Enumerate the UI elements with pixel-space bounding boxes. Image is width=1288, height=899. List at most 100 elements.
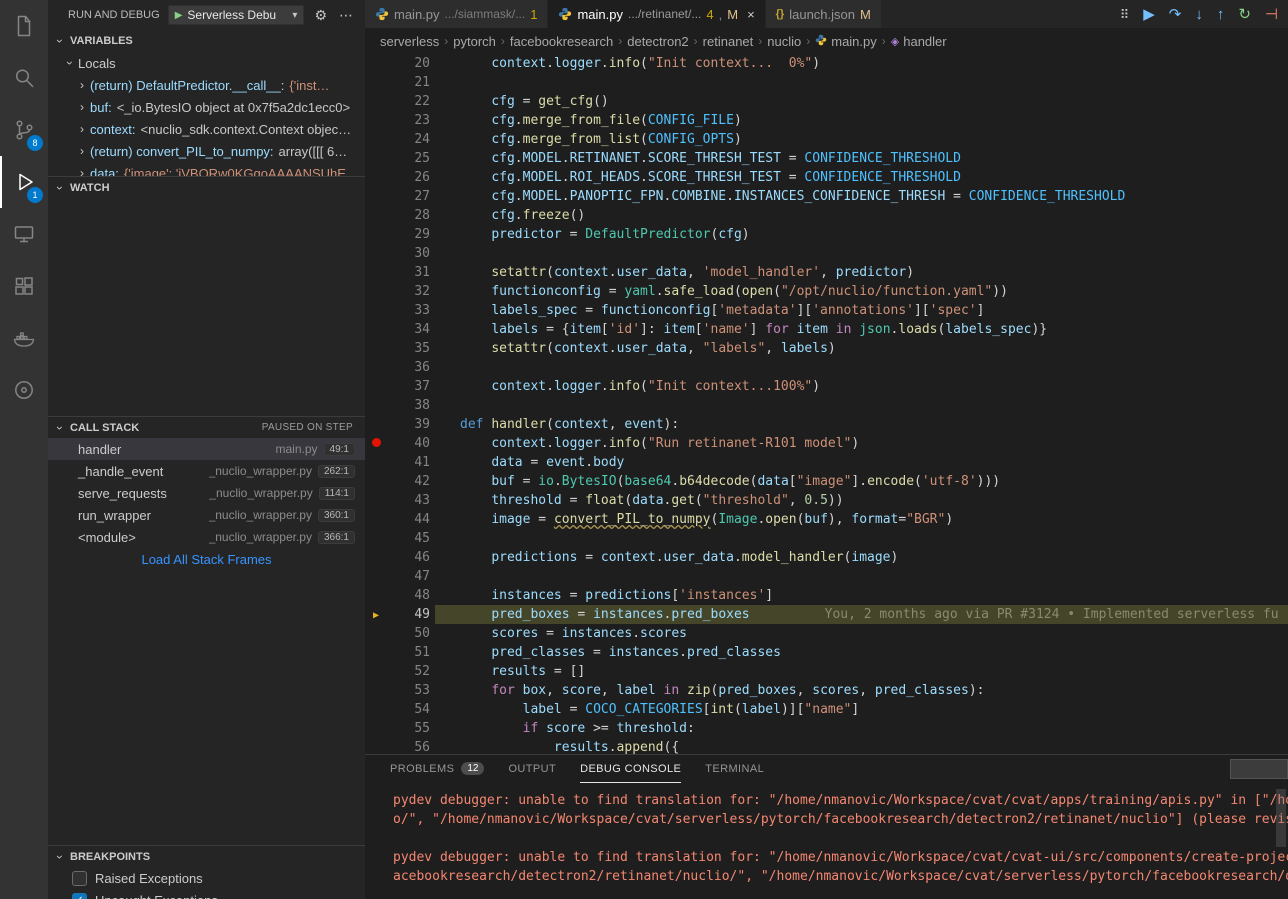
- code-text[interactable]: setattr(context.user_data, "labels", lab…: [435, 339, 1288, 358]
- breadcrumb-item[interactable]: serverless: [380, 34, 439, 49]
- gutter[interactable]: 38: [365, 396, 435, 415]
- breadcrumb-item[interactable]: main.py: [815, 34, 877, 49]
- code-text[interactable]: [435, 529, 1288, 548]
- code-text[interactable]: results = []: [435, 662, 1288, 681]
- code-text[interactable]: context.logger.info("Init context...100%…: [435, 377, 1288, 396]
- activity-circle-plugin[interactable]: [0, 364, 48, 416]
- activity-explorer[interactable]: [0, 0, 48, 52]
- gutter[interactable]: 24: [365, 130, 435, 149]
- load-all-stack-frames-link[interactable]: Load All Stack Frames: [48, 548, 365, 570]
- gutter[interactable]: 28: [365, 206, 435, 225]
- gutter[interactable]: 25: [365, 149, 435, 168]
- scope-locals[interactable]: › Locals: [48, 52, 365, 74]
- code-area[interactable]: 20 context.logger.info("Init context... …: [365, 54, 1288, 754]
- gutter[interactable]: 35: [365, 339, 435, 358]
- code-text[interactable]: pred_classes = instances.pred_classes: [435, 643, 1288, 662]
- step-over-icon[interactable]: ↷: [1169, 7, 1182, 22]
- call-stack-section-header[interactable]: › CALL STACK PAUSED ON STEP: [48, 416, 365, 438]
- gutter[interactable]: 54: [365, 700, 435, 719]
- code-text[interactable]: [435, 567, 1288, 586]
- panel-tab-terminal[interactable]: TERMINAL: [705, 755, 764, 783]
- code-text[interactable]: cfg.MODEL.RETINANET.SCORE_THRESH_TEST = …: [435, 149, 1288, 168]
- panel-tab-output[interactable]: OUTPUT: [508, 755, 556, 783]
- gutter[interactable]: 32: [365, 282, 435, 301]
- watch-section-header[interactable]: › WATCH: [48, 176, 365, 198]
- code-text[interactable]: results.append({: [435, 738, 1288, 754]
- launch-config-select[interactable]: ▶ Serverless Debu ▾: [168, 5, 305, 25]
- variable-item[interactable]: ›context:<nuclio_sdk.context.Context obj…: [48, 118, 365, 140]
- gutter[interactable]: 26: [365, 168, 435, 187]
- code-text[interactable]: data = event.body: [435, 453, 1288, 472]
- start-debug-icon[interactable]: ▶: [175, 10, 183, 21]
- breadcrumb-item[interactable]: retinanet: [703, 34, 754, 49]
- gutter[interactable]: 27: [365, 187, 435, 206]
- drag-grip-icon[interactable]: ⠿: [1120, 8, 1130, 21]
- code-text[interactable]: cfg = get_cfg(): [435, 92, 1288, 111]
- code-text[interactable]: labels = {item['id']: item['name'] for i…: [435, 320, 1288, 339]
- gutter[interactable]: 41: [365, 453, 435, 472]
- gutter[interactable]: 36: [365, 358, 435, 377]
- breadcrumb-item[interactable]: facebookresearch: [510, 34, 613, 49]
- gutter[interactable]: 43: [365, 491, 435, 510]
- gutter[interactable]: ▶49: [365, 605, 435, 624]
- gutter[interactable]: 55: [365, 719, 435, 738]
- gutter[interactable]: 34: [365, 320, 435, 339]
- breadcrumb-item[interactable]: detectron2: [627, 34, 688, 49]
- stack-frame-row[interactable]: serve_requests_nuclio_wrapper.py114:1: [48, 482, 365, 504]
- code-text[interactable]: buf = io.BytesIO(base64.b64decode(data["…: [435, 472, 1288, 491]
- breakpoint-row[interactable]: Raised Exceptions: [48, 867, 365, 889]
- code-text[interactable]: instances = predictions['instances']: [435, 586, 1288, 605]
- code-text[interactable]: cfg.MODEL.ROI_HEADS.SCORE_THRESH_TEST = …: [435, 168, 1288, 187]
- gear-icon[interactable]: ⚙: [312, 7, 329, 24]
- breadcrumb-item[interactable]: pytorch: [453, 34, 496, 49]
- gutter[interactable]: 23: [365, 111, 435, 130]
- code-text[interactable]: cfg.freeze(): [435, 206, 1288, 225]
- editor-tab[interactable]: main.py.../retinanet/...4,M×: [548, 0, 765, 28]
- gutter[interactable]: 20: [365, 54, 435, 73]
- gutter[interactable]: 50: [365, 624, 435, 643]
- disconnect-icon[interactable]: ⊣: [1265, 7, 1278, 22]
- activity-source-control[interactable]: 8: [0, 104, 48, 156]
- variable-item[interactable]: ›(return) convert_PIL_to_numpy:array([[[…: [48, 140, 365, 162]
- code-text[interactable]: functionconfig = yaml.safe_load(open("/o…: [435, 282, 1288, 301]
- code-text[interactable]: [435, 358, 1288, 377]
- code-text[interactable]: label = COCO_CATEGORIES[int(label)]["nam…: [435, 700, 1288, 719]
- variable-item[interactable]: ›data:{'image': 'iVBORw0KGgoAAAANSUhE…: [48, 162, 365, 176]
- breadcrumb-item[interactable]: nuclio: [767, 34, 801, 49]
- checkbox[interactable]: [72, 871, 87, 886]
- activity-remote-explorer[interactable]: [0, 208, 48, 260]
- console-filter-input[interactable]: [1230, 759, 1288, 779]
- gutter[interactable]: 21: [365, 73, 435, 92]
- activity-docker[interactable]: [0, 312, 48, 364]
- panel-scrollbar[interactable]: [1276, 789, 1286, 847]
- panel-tab-problems[interactable]: PROBLEMS12: [390, 755, 484, 783]
- breakpoints-section-header[interactable]: › BREAKPOINTS: [48, 845, 365, 867]
- code-text[interactable]: predictions = context.user_data.model_ha…: [435, 548, 1288, 567]
- gutter[interactable]: 29: [365, 225, 435, 244]
- close-icon[interactable]: ×: [747, 7, 755, 22]
- code-text[interactable]: threshold = float(data.get("threshold", …: [435, 491, 1288, 510]
- editor-tab[interactable]: {}launch.jsonM: [766, 0, 882, 28]
- more-actions-icon[interactable]: ⋯: [337, 7, 355, 24]
- code-text[interactable]: cfg.MODEL.PANOPTIC_FPN.COMBINE.INSTANCES…: [435, 187, 1288, 206]
- gutter[interactable]: 39: [365, 415, 435, 434]
- stack-frame-row[interactable]: handlermain.py49:1: [48, 438, 365, 460]
- gutter[interactable]: 33: [365, 301, 435, 320]
- variables-section-header[interactable]: › VARIABLES: [48, 30, 365, 52]
- code-text[interactable]: labels_spec = functionconfig['metadata']…: [435, 301, 1288, 320]
- code-text[interactable]: scores = instances.scores: [435, 624, 1288, 643]
- checkbox[interactable]: ✓: [72, 893, 87, 899]
- code-text[interactable]: context.logger.info("Init context... 0%"…: [435, 54, 1288, 73]
- continue-icon[interactable]: ▶: [1143, 7, 1155, 22]
- code-text[interactable]: [435, 396, 1288, 415]
- breadcrumb-item[interactable]: ◈handler: [891, 34, 947, 49]
- code-text[interactable]: cfg.merge_from_list(CONFIG_OPTS): [435, 130, 1288, 149]
- gutter[interactable]: 40: [365, 434, 435, 453]
- restart-icon[interactable]: ↻: [1238, 7, 1251, 22]
- gutter[interactable]: 53: [365, 681, 435, 700]
- code-text[interactable]: pred_boxes = instances.pred_boxesYou, 2 …: [435, 605, 1288, 624]
- step-into-icon[interactable]: ↓: [1195, 7, 1203, 22]
- gutter[interactable]: 47: [365, 567, 435, 586]
- gutter[interactable]: 44: [365, 510, 435, 529]
- variable-item[interactable]: ›(return) DefaultPredictor.__call__:{'in…: [48, 74, 365, 96]
